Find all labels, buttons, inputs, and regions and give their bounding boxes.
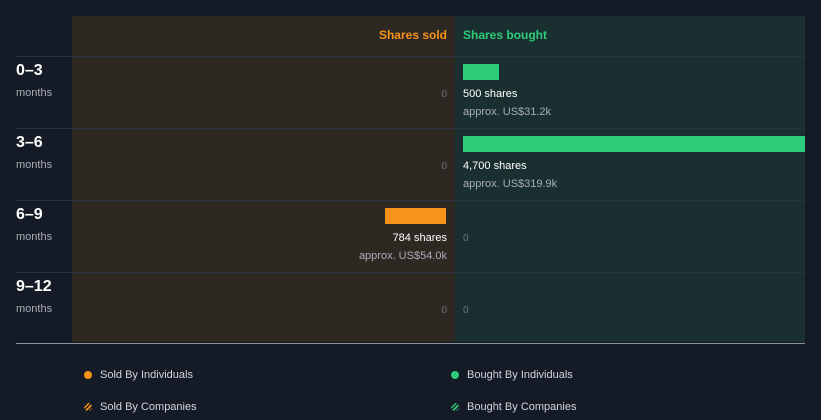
legend-bought-companies: Bought By Companies <box>451 401 576 413</box>
row-divider <box>16 200 805 201</box>
shares-sold-header: Shares sold <box>378 28 447 42</box>
bought-value-label: 0 <box>463 305 469 316</box>
row-divider <box>16 272 805 273</box>
shares-sold-panel <box>72 16 455 342</box>
chart-baseline <box>16 343 805 344</box>
sold-shares-label: 784 shares <box>392 232 447 244</box>
legend-hatch-icon <box>451 403 459 411</box>
sold-value-label: 0 <box>441 161 447 172</box>
period-label: 0–3 <box>16 62 43 79</box>
period-unit: months <box>16 87 53 99</box>
legend-sold-individuals: Sold By Individuals <box>84 369 193 381</box>
sold-bar <box>385 208 446 224</box>
row-divider <box>16 56 805 57</box>
period-unit: months <box>16 159 53 171</box>
bought-approx-label: approx. US$31.2k <box>463 106 552 118</box>
legend-bought-individuals: Bought By Individuals <box>451 369 573 381</box>
bought-value-label: 0 <box>463 233 469 244</box>
bought-bar <box>463 64 499 80</box>
row-divider <box>16 128 805 129</box>
bought-approx-label: approx. US$319.9k <box>463 178 558 190</box>
period-label: 6–9 <box>16 206 43 223</box>
legend-label: Sold By Individuals <box>100 369 193 381</box>
legend-dot-icon <box>451 371 459 379</box>
period-label: 3–6 <box>16 134 43 151</box>
sold-value-label: 0 <box>441 89 447 100</box>
period-label: 9–12 <box>16 278 52 295</box>
sold-value-label: 0 <box>441 305 447 316</box>
legend-hatch-icon <box>84 403 92 411</box>
legend-label: Sold By Companies <box>100 401 197 413</box>
legend-dot-icon <box>84 371 92 379</box>
shares-bought-header: Shares bought <box>463 28 548 42</box>
legend-sold-companies: Sold By Companies <box>84 401 197 413</box>
legend-label: Bought By Individuals <box>467 369 573 381</box>
bought-shares-label: 500 shares <box>463 88 518 100</box>
legend-label: Bought By Companies <box>467 401 577 413</box>
bought-shares-label: 4,700 shares <box>463 160 527 172</box>
period-unit: months <box>16 303 53 315</box>
period-unit: months <box>16 231 53 243</box>
bought-bar <box>463 136 805 152</box>
sold-approx-label: approx. US$54.0k <box>358 250 447 262</box>
